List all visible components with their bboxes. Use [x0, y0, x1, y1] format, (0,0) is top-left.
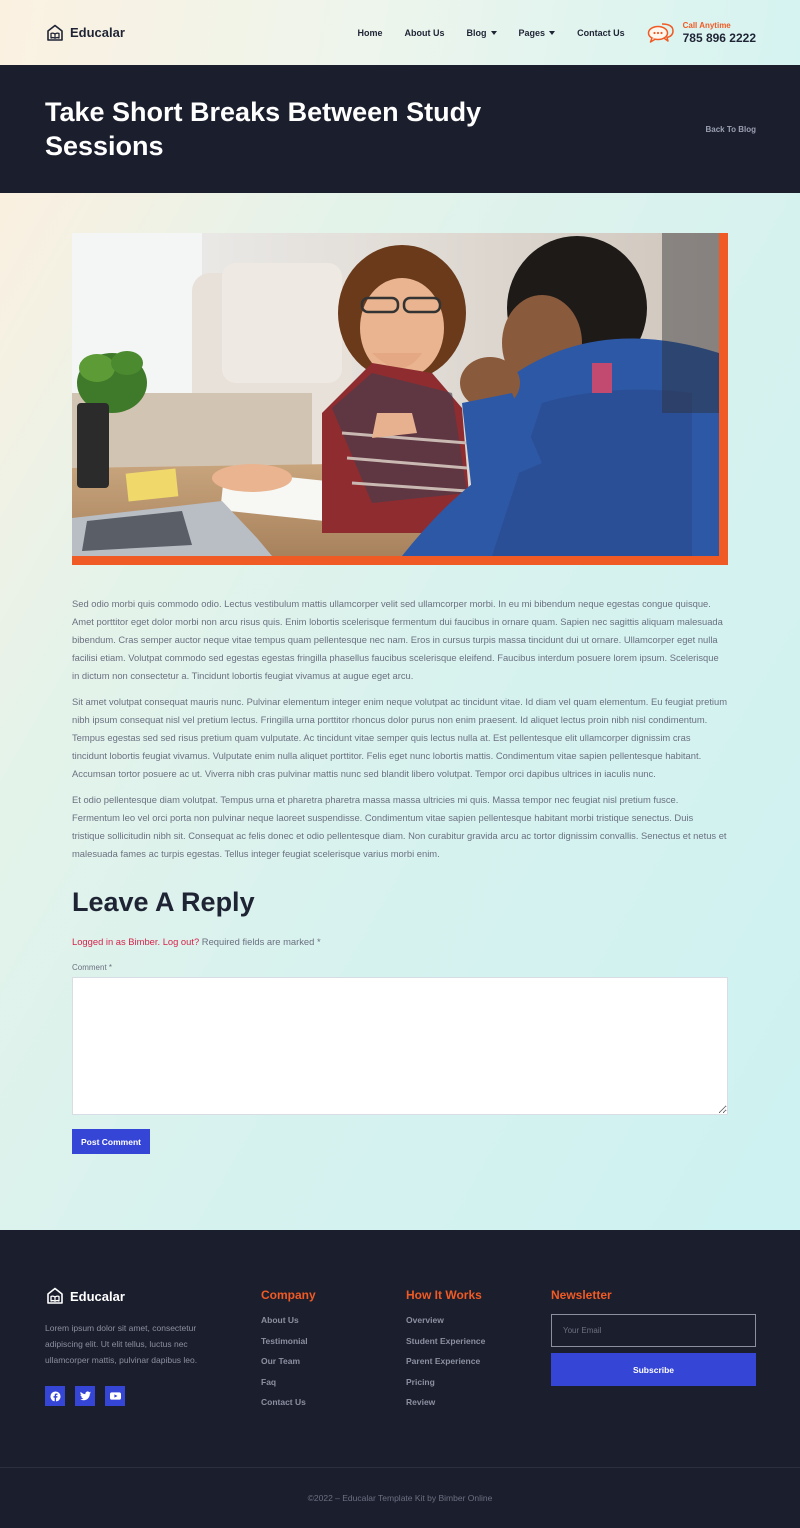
subscribe-button[interactable]: Subscribe: [551, 1353, 756, 1386]
footer-link-contact-us[interactable]: Contact Us: [261, 1392, 406, 1413]
footer-heading: Company: [261, 1288, 316, 1302]
logo-text: Educalar: [70, 25, 125, 40]
article-paragraph: Et odio pellentesque diam volutpat. Temp…: [72, 794, 727, 859]
call-anytime[interactable]: Call Anytime 785 896 2222: [647, 21, 756, 45]
footer-link-faq[interactable]: Faq: [261, 1372, 406, 1393]
page: Educalar Home About Us Blog Pages Contac…: [0, 0, 800, 1528]
footer-link-pricing[interactable]: Pricing: [406, 1372, 551, 1393]
footer-link-student-experience[interactable]: Student Experience: [406, 1331, 551, 1352]
nav-item-about-us[interactable]: About Us: [405, 28, 445, 38]
social-links: [45, 1386, 261, 1406]
nav-item-label: Blog: [466, 27, 487, 38]
footer-newsletter: Newsletter Subscribe: [551, 1286, 756, 1467]
facebook-glyph: [49, 1390, 61, 1402]
copyright-bar: ©2022 – Educalar Template Kit by Bimber …: [0, 1467, 800, 1528]
nav-item-label: Home: [357, 27, 383, 38]
footer-link-overview[interactable]: Overview: [406, 1310, 551, 1331]
page-title: Take Short Breaks Between Study Sessions: [45, 97, 482, 161]
footer-heading: Newsletter: [551, 1288, 612, 1302]
logged-in-notice: Logged in as Bimber. Log out? Required f…: [72, 936, 728, 947]
nav-item-home[interactable]: Home: [358, 28, 383, 38]
footer-about: Educalar Lorem ipsum dolor sit amet, con…: [45, 1286, 261, 1467]
footer-how-it-works: How It Works Overview Student Experience…: [406, 1286, 551, 1467]
site-logo[interactable]: Educalar: [45, 23, 125, 43]
logo-text: Educalar: [70, 1288, 125, 1304]
nav-item-label: About Us: [404, 27, 445, 38]
twitter-glyph: [79, 1391, 91, 1401]
logged-in-as-link[interactable]: Logged in as Bimber.: [72, 936, 160, 947]
footer-link-list: Overview Student Experience Parent Exper…: [406, 1310, 551, 1413]
chat-bubbles-icon: [647, 22, 674, 43]
nav-item-label: Contact Us: [577, 27, 625, 38]
main-content: Sed odio morbi quis commodo odio. Lectus…: [0, 193, 800, 1230]
footer-link-our-team[interactable]: Our Team: [261, 1351, 406, 1372]
footer-company: Company About Us Testimonial Our Team Fa…: [261, 1286, 406, 1467]
caret-down-icon: [549, 30, 556, 35]
call-label: Call Anytime: [682, 20, 731, 30]
article-paragraph: Sit amet volutpat consequat mauris nunc.…: [72, 696, 728, 779]
required-fields-note: Required fields are marked *: [199, 936, 321, 947]
nav-item-blog[interactable]: Blog: [467, 28, 497, 38]
nav-item-pages[interactable]: Pages: [519, 28, 556, 38]
twitter-icon[interactable]: [75, 1386, 95, 1406]
featured-image-wrapper: [72, 233, 728, 565]
footer-description: Lorem ipsum dolor sit amet, consectetur …: [45, 1323, 198, 1365]
log-out-link[interactable]: Log out?: [163, 936, 200, 947]
comment-textarea[interactable]: [72, 977, 728, 1115]
footer-link-list: About Us Testimonial Our Team Faq Contac…: [261, 1310, 406, 1413]
featured-image: [72, 233, 719, 556]
main-nav: Home About Us Blog Pages Contact Us: [358, 28, 625, 38]
caret-down-icon: [490, 30, 497, 35]
article-body: Sed odio morbi quis commodo odio. Lectus…: [72, 595, 728, 863]
youtube-icon[interactable]: [105, 1386, 125, 1406]
back-to-blog-link[interactable]: Back To Blog: [705, 125, 756, 134]
youtube-glyph: [109, 1392, 121, 1400]
footer-link-review[interactable]: Review: [406, 1392, 551, 1413]
site-header: Educalar Home About Us Blog Pages Contac…: [0, 0, 800, 65]
reply-section: Leave A Reply Logged in as Bimber. Log o…: [72, 887, 728, 1154]
title-banner: Take Short Breaks Between Study Sessions…: [0, 65, 800, 193]
newsletter-email-input[interactable]: [551, 1314, 756, 1347]
nav-item-label: Pages: [518, 27, 546, 38]
footer-link-parent-experience[interactable]: Parent Experience: [406, 1351, 551, 1372]
call-info: Call Anytime 785 896 2222: [683, 21, 756, 45]
footer-link-about-us[interactable]: About Us: [261, 1310, 406, 1331]
book-house-icon: [47, 24, 63, 41]
footer-logo[interactable]: Educalar: [45, 1286, 261, 1306]
featured-photo-illustration: [72, 233, 719, 556]
reply-heading: Leave A Reply: [72, 887, 255, 917]
nav-item-contact-us[interactable]: Contact Us: [577, 28, 625, 38]
call-number[interactable]: 785 896 2222: [683, 31, 756, 45]
site-footer: Educalar Lorem ipsum dolor sit amet, con…: [0, 1230, 800, 1467]
post-comment-button[interactable]: Post Comment: [72, 1129, 150, 1154]
copyright-text: ©2022 – Educalar Template Kit by Bimber …: [307, 1493, 493, 1503]
article-paragraph: Sed odio morbi quis commodo odio. Lectus…: [72, 598, 723, 681]
footer-link-testimonial[interactable]: Testimonial: [261, 1331, 406, 1352]
footer-heading: How It Works: [406, 1288, 482, 1302]
facebook-icon[interactable]: [45, 1386, 65, 1406]
comment-label: Comment *: [72, 963, 113, 972]
book-house-icon: [47, 1287, 63, 1304]
